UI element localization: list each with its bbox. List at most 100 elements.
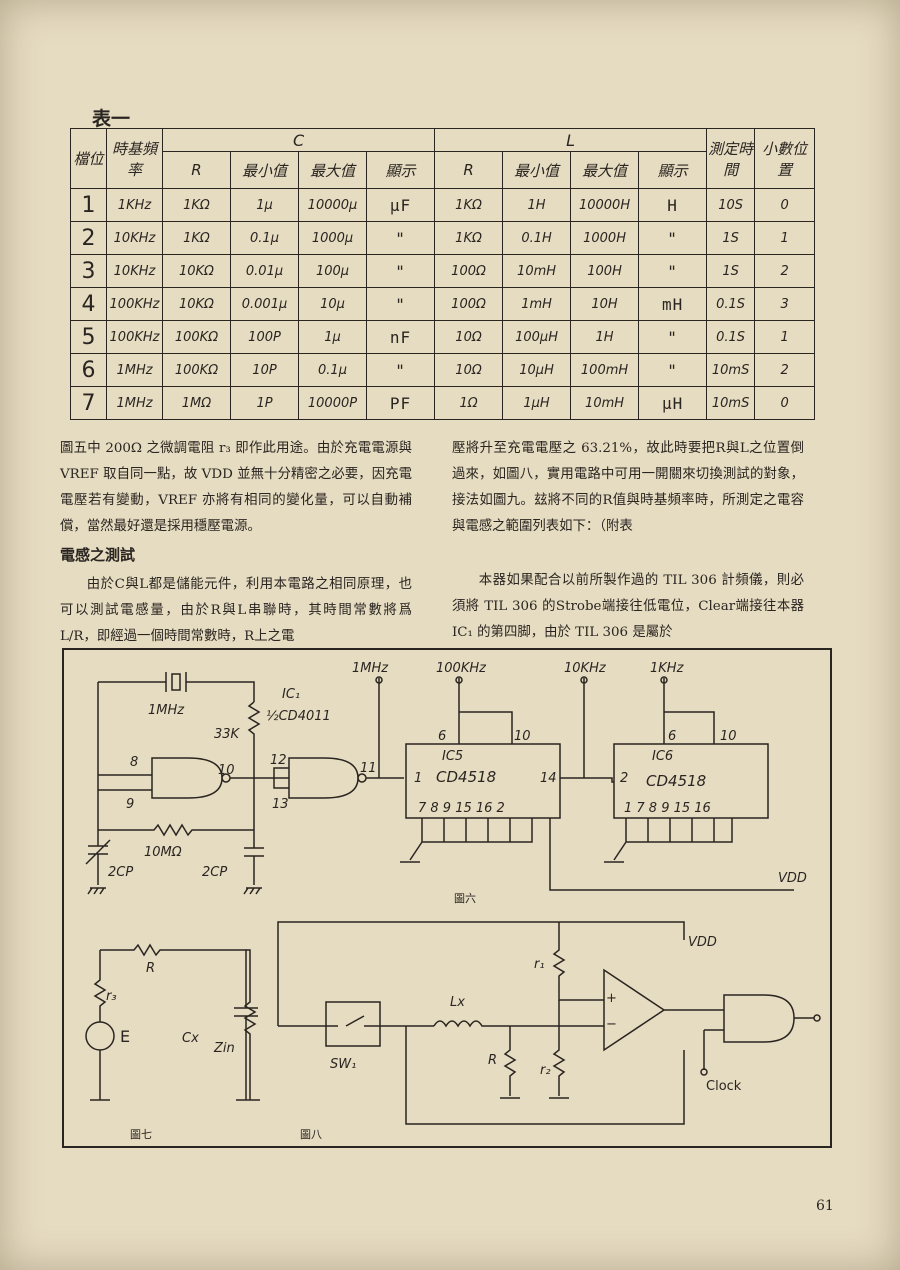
label-ic6: IC6 bbox=[652, 749, 673, 764]
label-fig7-r3: r₃ bbox=[106, 989, 117, 1004]
cell-l-display: " bbox=[638, 320, 708, 354]
label-fig8-vdd: VDD bbox=[688, 935, 717, 950]
vdd-line bbox=[549, 818, 794, 891]
cell-c-max: 100μ bbox=[298, 254, 367, 288]
label-fig7-r: R bbox=[146, 961, 155, 976]
label-fig7-cx: Cx bbox=[182, 1031, 199, 1046]
cell-l-display: " bbox=[638, 221, 708, 255]
label-fig8-r2: r₂ bbox=[540, 1063, 551, 1078]
cell-c-r: 1KΩ bbox=[162, 188, 231, 222]
cell-l-min: 10mH bbox=[502, 254, 572, 288]
cell-l-max: 1000H bbox=[570, 221, 640, 255]
header-c-min: 最小值 bbox=[230, 151, 299, 189]
cell-l-display: mH bbox=[638, 287, 708, 321]
label-33k: 33K bbox=[214, 727, 241, 742]
label-fig8-r1: r₁ bbox=[534, 957, 545, 972]
cell-decimal: 1 bbox=[754, 320, 816, 354]
table-row: 5 100KHz 100KΩ 100P 1μ nF 10Ω 100μH 1H " 0.1S 1 bbox=[70, 320, 816, 354]
cell-l-min: 10μH bbox=[502, 353, 572, 387]
table-row: 6 1MHz 100KΩ 10P 0.1μ " 10Ω 10μH 100mH " 10mS 2 bbox=[70, 353, 816, 387]
cell-decimal: 2 bbox=[754, 353, 816, 387]
caption-fig6: 圖六 bbox=[454, 892, 476, 905]
label-fig8-clock: Clock bbox=[706, 1079, 742, 1094]
label-fig8-sw: SW₁ bbox=[330, 1057, 356, 1072]
label-ic5-p10: 10 bbox=[514, 729, 531, 744]
header-c-max: 最大值 bbox=[298, 151, 367, 189]
ic5-bottom-pins bbox=[400, 818, 533, 863]
label-pin12: 12 bbox=[270, 753, 287, 768]
right-column: 壓將升至充電電壓之 63.21%，故此時要把R與L之位置倒過來，如圖八，實用電路… bbox=[452, 436, 804, 646]
crystal-symbol bbox=[98, 672, 255, 702]
ground-symbols bbox=[87, 887, 262, 895]
label-ic5-out: 14 bbox=[540, 771, 557, 786]
cell-measure-time: 10S bbox=[706, 188, 756, 222]
label-ic5-bottom: 7 8 9 15 16 2 bbox=[418, 801, 505, 816]
fig8-r2 bbox=[552, 1000, 566, 1096]
cell-position: 2 bbox=[70, 221, 107, 255]
right-paragraph-2: 本器如果配合以前所製作過的 TIL 306 計頻儀，則必須將 TIL 306 的… bbox=[452, 573, 804, 640]
cell-timebase: 100KHz bbox=[106, 320, 163, 354]
cell-c-min: 0.01μ bbox=[230, 254, 299, 288]
section-heading: 電感之測試 bbox=[60, 546, 136, 564]
cell-measure-time: 1S bbox=[706, 254, 756, 288]
clock-wire bbox=[703, 1029, 724, 1070]
trim-capacitor bbox=[85, 830, 111, 885]
header-position: 檔位 bbox=[70, 128, 107, 189]
cell-l-max: 1H bbox=[570, 320, 640, 354]
fig8-r1 bbox=[552, 922, 604, 1001]
cell-l-r: 100Ω bbox=[434, 254, 504, 288]
label-ic6-p10: 10 bbox=[720, 729, 737, 744]
cell-timebase: 10KHz bbox=[106, 221, 163, 255]
cell-timebase: 10KHz bbox=[106, 254, 163, 288]
header-measure-time: 測定時間 bbox=[706, 128, 756, 189]
cell-decimal: 0 bbox=[754, 188, 816, 222]
fig8-top-wire bbox=[277, 921, 685, 1026]
label-2cp-a: 2CP bbox=[108, 865, 133, 880]
table-row: 7 1MHz 1MΩ 1P 10000P PF 1Ω 1μH 10mH μH 10mS 0 bbox=[70, 386, 816, 420]
table-row: 3 10KHz 10KΩ 0.01μ 100μ " 100Ω 10mH 100H " 1S 2 bbox=[70, 254, 816, 288]
left-paragraph-2: 由於C與L都是儲能元件，利用本電路之相同原理，也可以測試電感量，由於R與L串聯時… bbox=[60, 577, 412, 644]
resistor-33k bbox=[247, 701, 261, 775]
cell-l-r: 100Ω bbox=[434, 287, 504, 321]
output-terminal bbox=[813, 1014, 821, 1022]
nand-gate-2 bbox=[288, 757, 359, 799]
fig7-left-branch bbox=[93, 950, 107, 1100]
label-crystal: 1MHz bbox=[148, 703, 185, 718]
cell-l-r: 1Ω bbox=[434, 386, 504, 420]
cell-c-display: PF bbox=[365, 386, 436, 420]
label-pin13: 13 bbox=[272, 797, 289, 812]
label-100khz: 100KHz bbox=[436, 661, 487, 676]
cell-measure-time: 0.1S bbox=[706, 287, 756, 321]
cell-l-display: H bbox=[638, 188, 708, 222]
cell-decimal: 2 bbox=[754, 254, 816, 288]
figure-box: 1MHz 100KHz 10KHz 1KHz 1MHz IC₁ ½CD4011 … bbox=[62, 648, 832, 1148]
label-1mhz-top: 1MHz bbox=[352, 661, 389, 676]
ic6-bottom-pins bbox=[604, 818, 733, 863]
cell-c-display: " bbox=[365, 254, 436, 288]
figure-7 bbox=[85, 943, 260, 1101]
cell-l-display: μH bbox=[638, 386, 708, 420]
fig7-r-and-cx bbox=[100, 943, 258, 1100]
label-pin9: 9 bbox=[126, 797, 134, 812]
left-paragraph-1: 圖五中 200Ω 之微調電阻 r₃ 即作此用途。由於充電電源與 VREF 取自同… bbox=[60, 441, 412, 534]
circuit-diagrams: 1MHz 100KHz 10KHz 1KHz 1MHz IC₁ ½CD4011 … bbox=[85, 661, 821, 1141]
left-column: 圖五中 200Ω 之微調電阻 r₃ 即作此用途。由於充電電源與 VREF 取自同… bbox=[60, 436, 412, 650]
cell-l-max: 10000H bbox=[570, 188, 640, 222]
switch-contacts bbox=[278, 1015, 434, 1027]
cell-l-min: 1mH bbox=[502, 287, 572, 321]
table-body: 1 1KHz 1KΩ 1μ 10000μ μF 1KΩ 1H 10000H H 10S 0 2 10KHz… bbox=[70, 188, 816, 420]
cell-measure-time: 1S bbox=[706, 221, 756, 255]
label-fig8-minus: − bbox=[606, 1017, 617, 1032]
cell-c-display: " bbox=[365, 353, 436, 387]
header-l-max: 最大值 bbox=[570, 151, 640, 189]
cell-c-max: 0.1μ bbox=[298, 353, 367, 387]
label-ic5-part: CD4518 bbox=[436, 768, 496, 786]
label-vdd-fig6: VDD bbox=[778, 871, 807, 886]
header-l-min: 最小值 bbox=[502, 151, 572, 189]
cell-l-max: 100mH bbox=[570, 353, 640, 387]
cell-position: 6 bbox=[70, 353, 107, 387]
fig8-r bbox=[503, 1026, 517, 1096]
cell-measure-time: 0.1S bbox=[706, 320, 756, 354]
right-paragraph-1: 壓將升至充電電壓之 63.21%，故此時要把R與L之位置倒過來，如圖八，實用電路… bbox=[452, 441, 804, 534]
header-c-group: C bbox=[161, 128, 436, 152]
